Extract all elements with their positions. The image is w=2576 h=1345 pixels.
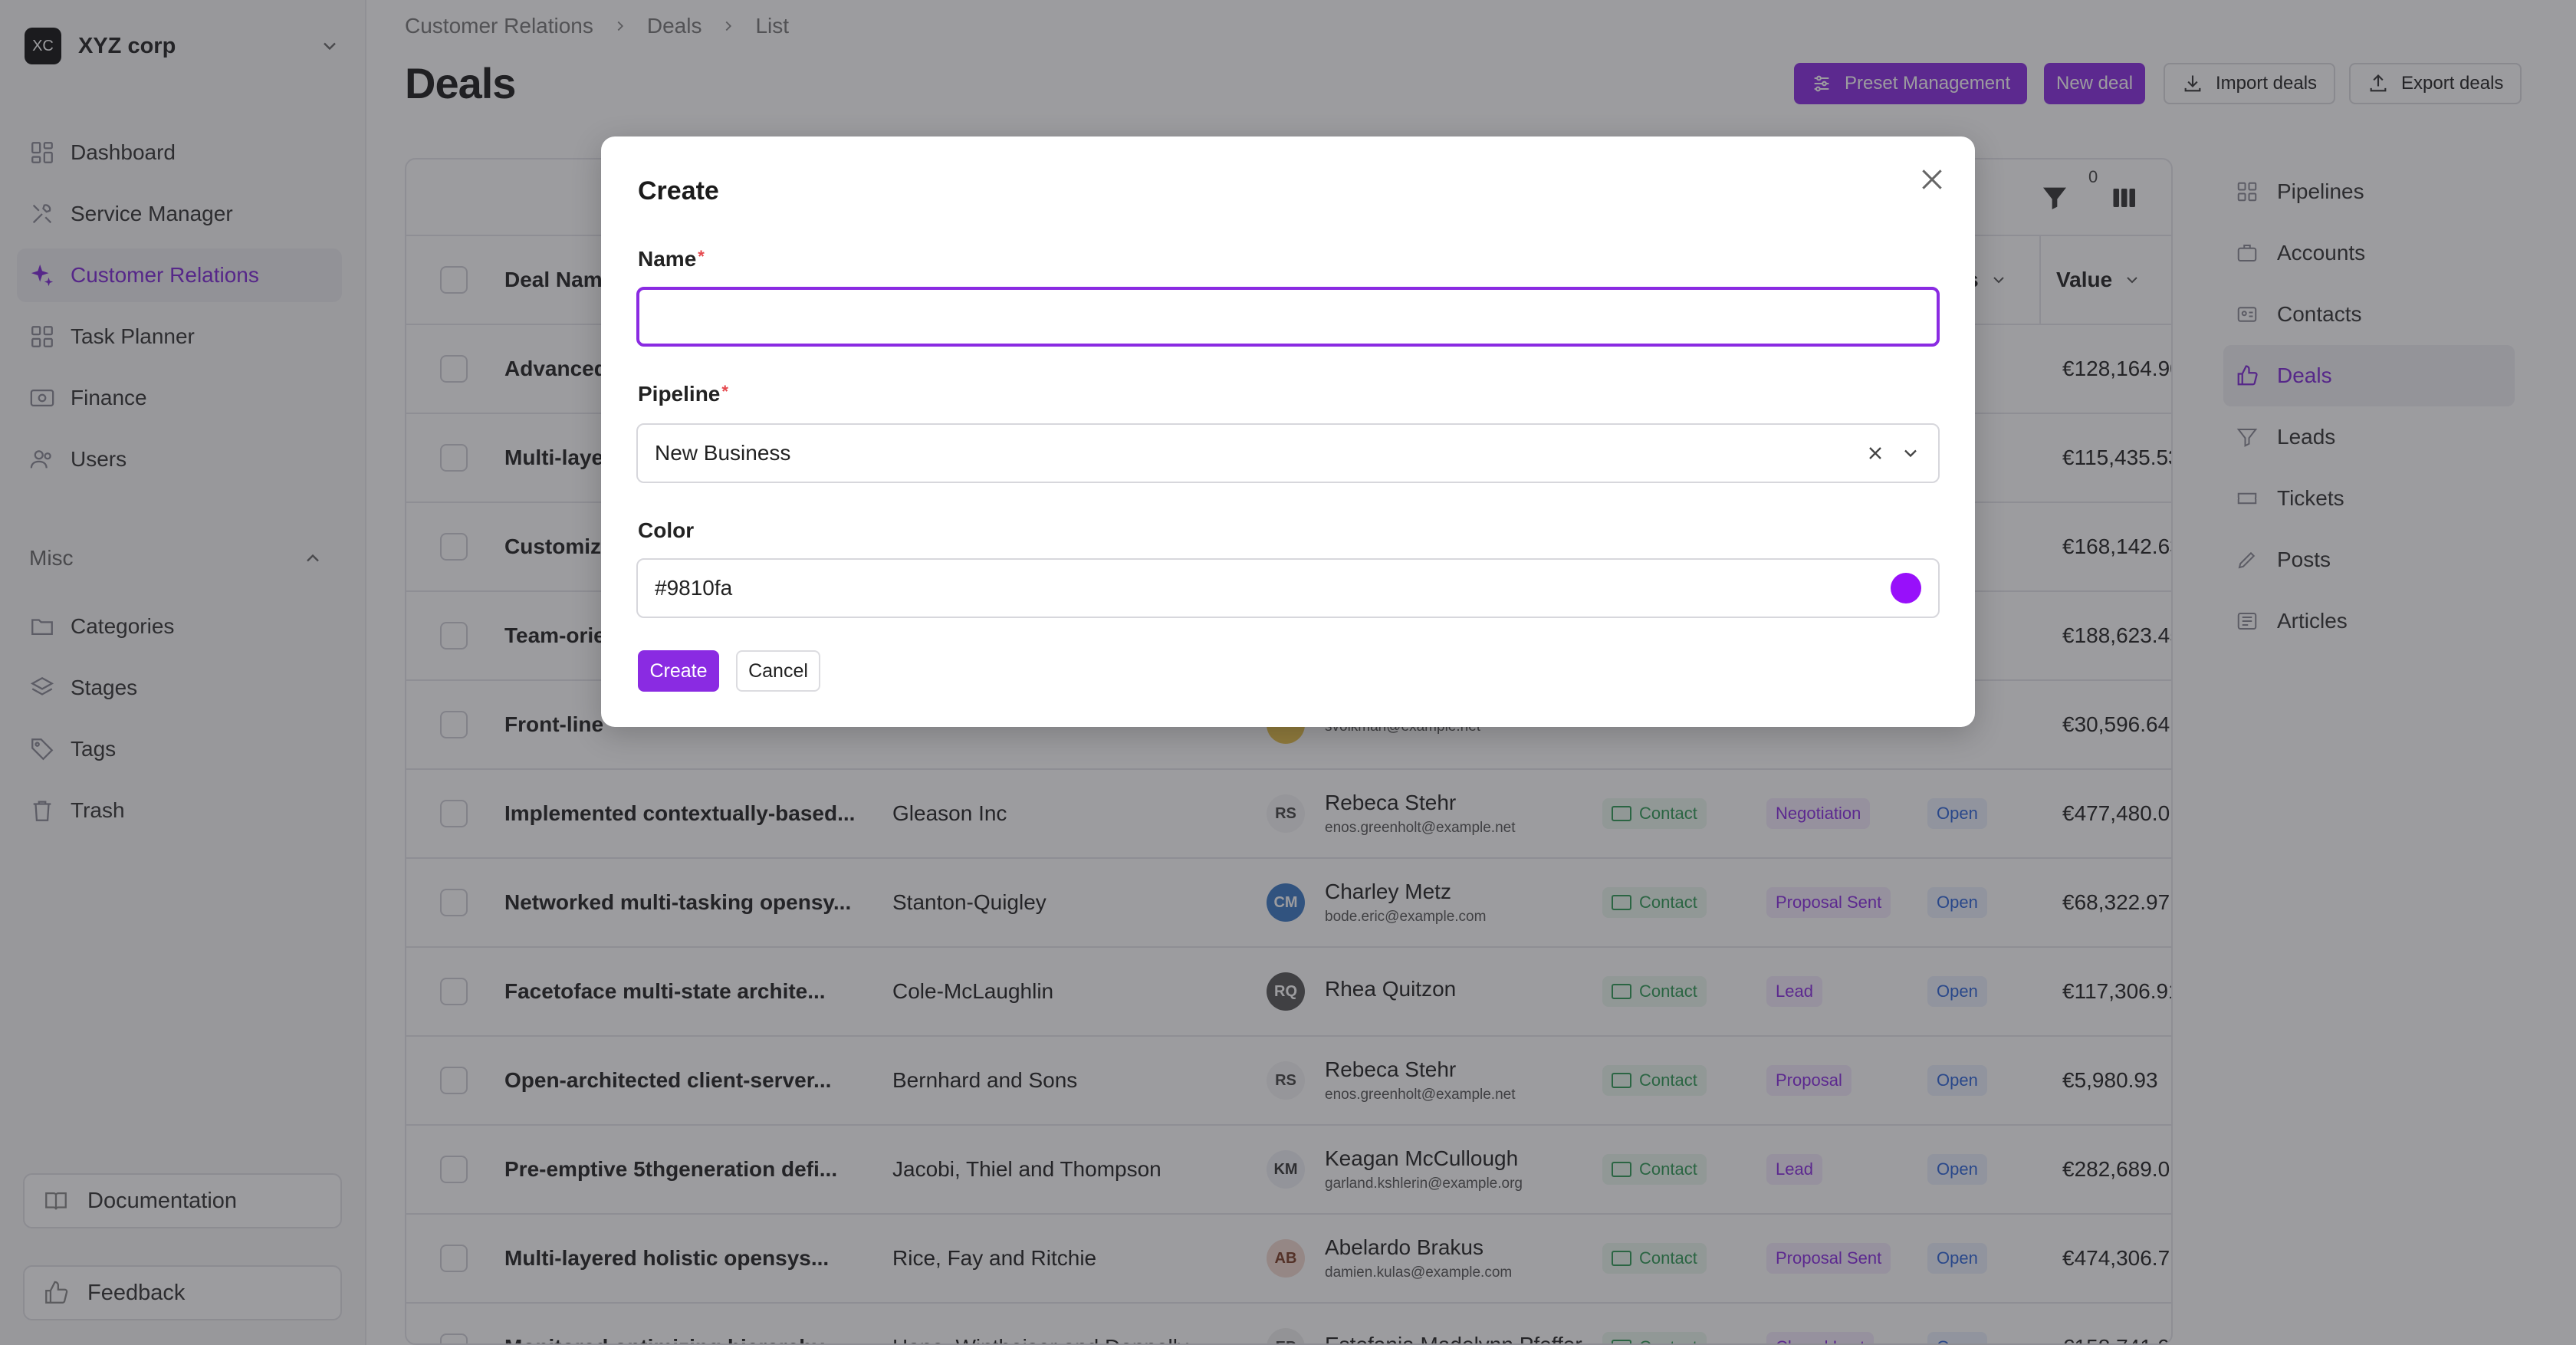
color-field-label: Color — [638, 518, 694, 543]
dialog-title: Create — [638, 176, 719, 206]
label-text: Name — [638, 247, 697, 271]
close-icon[interactable] — [1917, 164, 1947, 195]
cancel-button[interactable]: Cancel — [736, 650, 820, 692]
color-swatch[interactable] — [1891, 573, 1921, 603]
clear-icon[interactable] — [1865, 442, 1886, 464]
name-input[interactable] — [656, 304, 1920, 329]
color-field[interactable]: #9810fa — [636, 558, 1940, 618]
name-field-label: Name* — [638, 247, 705, 271]
pipeline-field-label: Pipeline* — [638, 382, 728, 406]
chevron-down-icon[interactable] — [1900, 442, 1921, 464]
create-dialog: Create Name* Pipeline* New Business Colo… — [601, 136, 1975, 727]
pipeline-select[interactable]: New Business — [636, 423, 1940, 483]
pipeline-selected-value: New Business — [655, 441, 791, 465]
color-value: #9810fa — [655, 576, 733, 600]
label-text: Pipeline — [638, 382, 721, 406]
name-field[interactable] — [636, 287, 1940, 347]
create-button[interactable]: Create — [638, 650, 719, 692]
label-text: Color — [638, 518, 695, 542]
